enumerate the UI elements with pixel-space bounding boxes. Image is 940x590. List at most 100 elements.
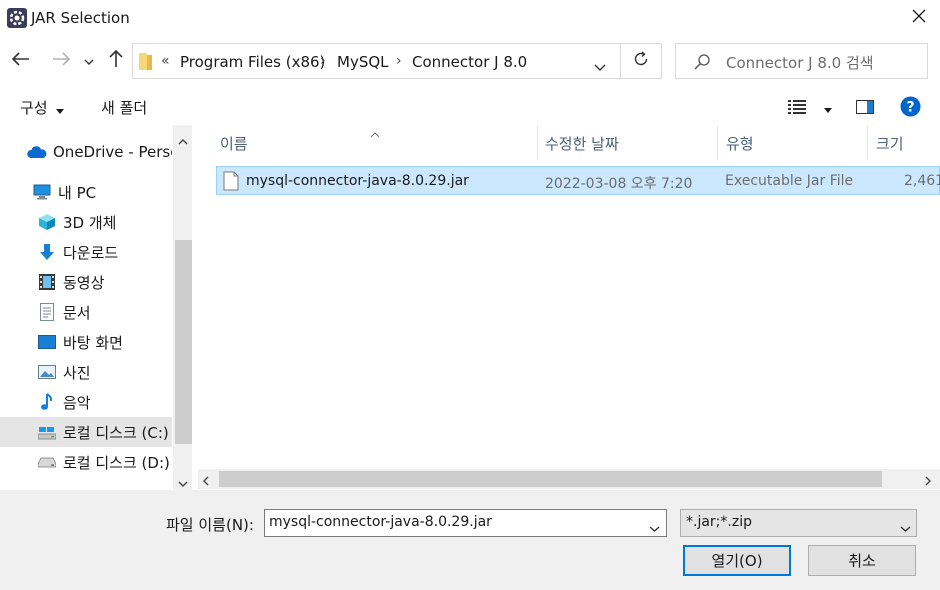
file-name: mysql-connector-java-8.0.29.jar <box>246 173 469 189</box>
file-list-scrollbar-thumb[interactable] <box>219 471 882 487</box>
music-icon <box>37 392 57 412</box>
sidebar-item-label: 음악 <box>63 393 91 412</box>
sidebar-item-this-pc[interactable]: 내 PC <box>0 177 172 207</box>
document-icon <box>37 302 57 322</box>
close-icon <box>912 9 926 27</box>
chevron-down-icon[interactable] <box>649 520 660 536</box>
window-title: JAR Selection <box>31 9 130 27</box>
column-header-name[interactable]: 이름 <box>220 133 248 154</box>
scroll-left-icon[interactable] <box>203 474 209 490</box>
recent-locations-button[interactable] <box>78 46 100 76</box>
file-icon <box>223 171 239 195</box>
title-bar <box>0 0 940 36</box>
column-header-type[interactable]: 유형 <box>726 133 754 154</box>
sidebar-item-label: 내 PC <box>58 183 97 202</box>
arrow-left-icon <box>11 52 30 70</box>
up-button[interactable] <box>103 46 129 76</box>
sort-ascending-icon <box>370 126 380 142</box>
sidebar-item-desktop[interactable]: 바탕 화면 <box>0 327 172 357</box>
sidebar-item-label: OneDrive - Personal <box>53 143 172 161</box>
sidebar-item-label: 다운로드 <box>63 243 119 262</box>
sidebar-item-pictures[interactable]: 사진 <box>0 357 172 387</box>
file-type: Executable Jar File <box>725 173 854 189</box>
file-type-filter-value: *.jar;*.zip <box>686 514 752 530</box>
scroll-right-icon[interactable] <box>925 474 931 490</box>
breadcrumb-overflow[interactable]: « <box>161 53 170 69</box>
windows-drive-icon <box>37 422 57 442</box>
list-view-icon <box>788 100 808 118</box>
file-modified: 2022-03-08 오후 7:20 <box>545 176 693 192</box>
sidebar-item-label: 문서 <box>63 303 91 322</box>
scroll-down-icon[interactable] <box>178 475 188 491</box>
help-button[interactable]: ? <box>900 96 921 121</box>
cloud-icon <box>27 142 47 162</box>
sidebar-item-label: 바탕 화면 <box>63 333 123 352</box>
filename-label: 파일 이름(N): <box>166 516 254 534</box>
sidebar-item-label: 동영상 <box>63 273 105 292</box>
sidebar-item-label: 로컬 디스크 (D:) <box>63 453 170 472</box>
column-divider[interactable] <box>867 126 868 160</box>
back-button[interactable] <box>8 46 34 76</box>
close-button[interactable] <box>898 0 940 36</box>
picture-icon <box>37 362 57 382</box>
search-box[interactable]: Connector J 8.0 검색 <box>675 43 928 79</box>
computer-icon <box>32 182 52 202</box>
breadcrumb-separator: › <box>396 53 402 69</box>
organize-label: 구성 <box>20 99 48 117</box>
sidebar-item-local-disk-c[interactable]: 로컬 디스크 (C:) <box>0 417 172 447</box>
svg-text:?: ? <box>906 100 914 116</box>
refresh-button[interactable] <box>620 43 662 79</box>
new-folder-button[interactable]: 새 폴더 <box>101 97 147 118</box>
search-input[interactable]: Connector J 8.0 검색 <box>726 52 874 73</box>
app-gear-icon <box>7 8 27 28</box>
cancel-button[interactable]: 취소 <box>808 545 916 576</box>
file-size: 2,461 <box>904 173 940 189</box>
sidebar-item-music[interactable]: 음악 <box>0 387 172 417</box>
address-bar[interactable]: « Program Files (x86) › MySQL › Connecto… <box>132 43 621 79</box>
chevron-down-icon <box>84 53 94 69</box>
breadcrumb-mysql[interactable]: MySQL <box>337 53 389 71</box>
breadcrumb-separator: › <box>320 53 326 69</box>
cube-icon <box>37 212 57 232</box>
sidebar-item-3d-objects[interactable]: 3D 개체 <box>0 207 172 237</box>
organize-menu[interactable]: 구성 <box>20 97 65 118</box>
help-icon: ? <box>900 96 921 121</box>
file-type-filter[interactable]: *.jar;*.zip <box>680 509 917 537</box>
download-icon <box>37 242 57 262</box>
sidebar-item-label: 3D 개체 <box>63 213 117 232</box>
breadcrumb-connector-j[interactable]: Connector J 8.0 <box>412 53 527 71</box>
dialog-footer <box>0 490 940 590</box>
column-header-size[interactable]: 크기 <box>876 133 904 154</box>
breadcrumb-program-files[interactable]: Program Files (x86) <box>180 53 325 71</box>
sidebar-item-onedrive[interactable]: OneDrive - Personal <box>0 137 172 167</box>
chevron-down-icon <box>900 520 911 536</box>
address-dropdown-icon[interactable] <box>594 59 606 75</box>
file-row[interactable]: mysql-connector-java-8.0.29.jar 2022-03-… <box>216 166 940 195</box>
arrow-right-icon <box>52 52 71 70</box>
arrow-up-icon <box>109 49 123 72</box>
preview-pane-button[interactable] <box>856 100 874 118</box>
filename-combobox[interactable]: mysql-connector-java-8.0.29.jar <box>264 509 667 537</box>
desktop-icon <box>37 332 57 352</box>
sidebar-item-label: 로컬 디스크 (C:) <box>63 423 169 442</box>
caret-down-icon <box>824 101 833 117</box>
filename-input[interactable]: mysql-connector-java-8.0.29.jar <box>269 514 492 530</box>
scroll-up-icon[interactable] <box>178 133 188 149</box>
film-icon <box>37 272 57 292</box>
sidebar-item-videos[interactable]: 동영상 <box>0 267 172 297</box>
preview-pane-icon <box>856 100 874 118</box>
column-header-modified[interactable]: 수정한 날짜 <box>545 133 619 154</box>
folder-icon <box>139 53 153 74</box>
sidebar-item-local-disk-d[interactable]: 로컬 디스크 (D:) <box>0 447 172 477</box>
column-divider[interactable] <box>537 126 538 160</box>
navigation-scrollbar-thumb[interactable] <box>175 240 192 444</box>
search-icon <box>694 54 710 74</box>
sidebar-item-label: 사진 <box>63 363 91 382</box>
view-options-button[interactable] <box>788 100 833 118</box>
column-divider[interactable] <box>717 126 718 160</box>
forward-button[interactable] <box>48 46 74 76</box>
drive-icon <box>37 452 57 472</box>
sidebar-item-downloads[interactable]: 다운로드 <box>0 237 172 267</box>
sidebar-item-documents[interactable]: 문서 <box>0 297 172 327</box>
open-button[interactable]: 열기(O) <box>683 545 791 576</box>
